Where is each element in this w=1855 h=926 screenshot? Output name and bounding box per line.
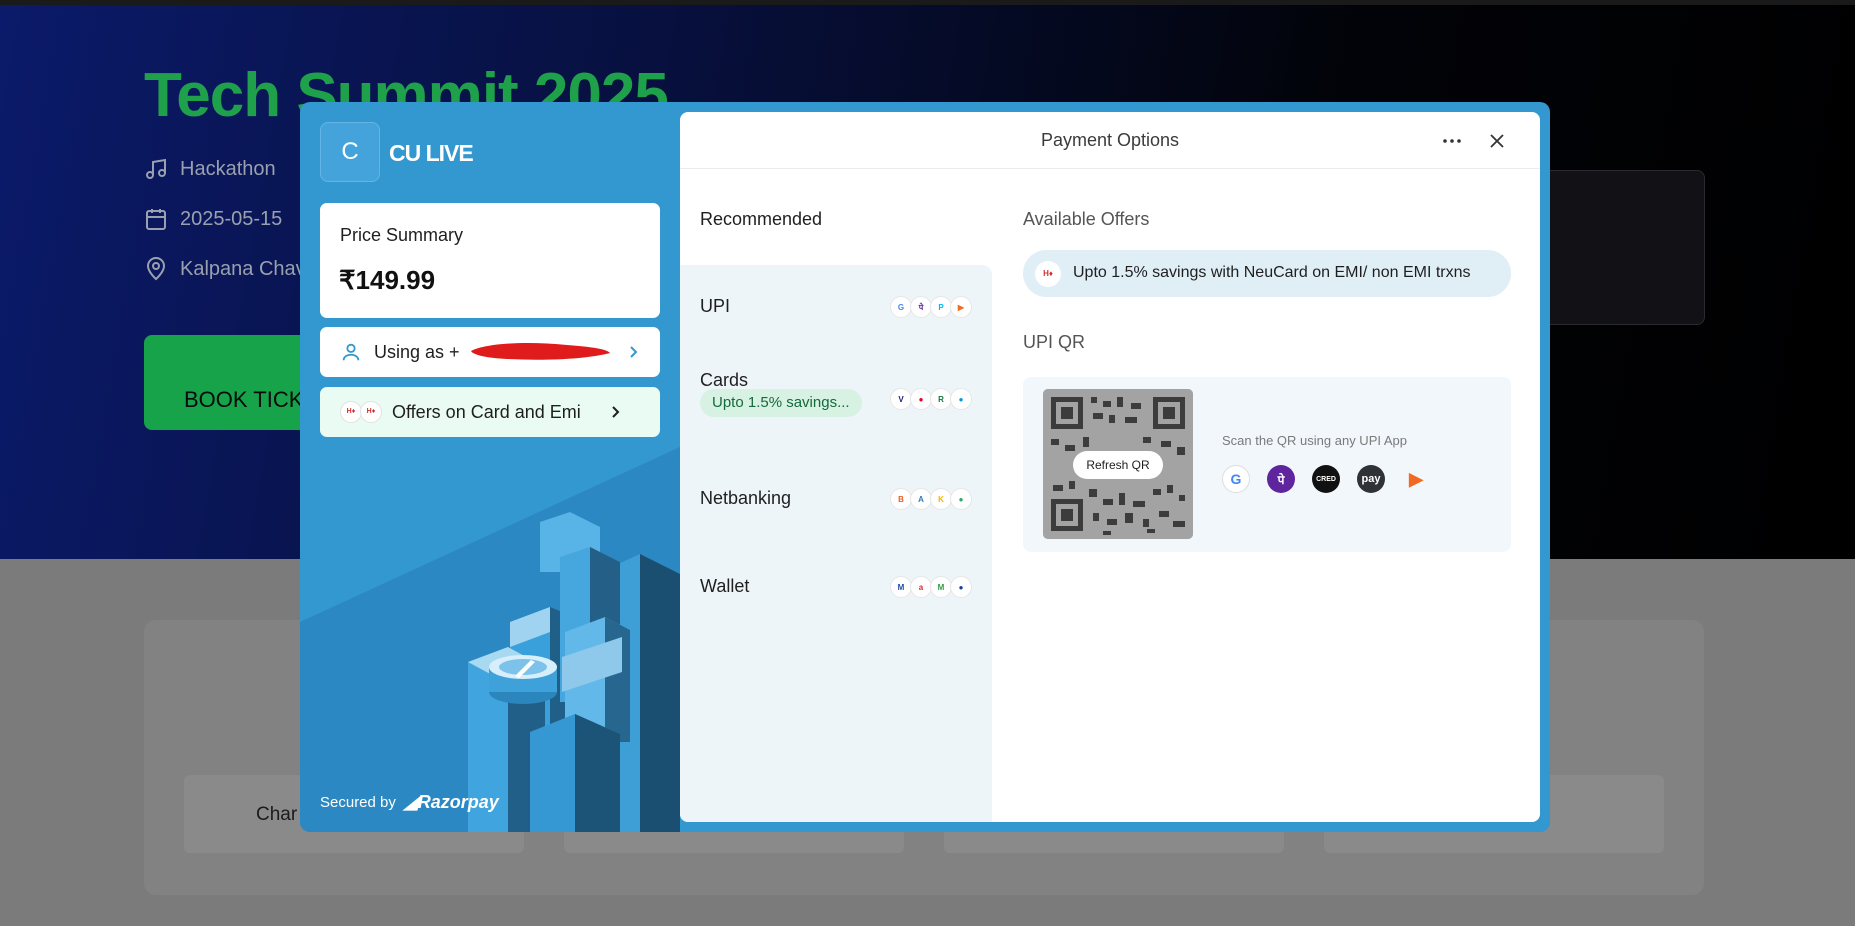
recommended-label: Recommended bbox=[700, 209, 823, 229]
event-date: 2025-05-15 bbox=[180, 207, 283, 230]
redaction-mark bbox=[471, 343, 610, 360]
method-label: Netbanking bbox=[700, 488, 792, 508]
paytm-icon: P bbox=[930, 296, 952, 318]
price-amount: ₹149.99 bbox=[339, 265, 436, 295]
secured-by-footer: Secured by ◢Razorpay bbox=[320, 792, 499, 813]
wallet-icon: a bbox=[910, 576, 932, 598]
ellipsis-icon bbox=[1443, 139, 1461, 143]
method-icons: V ● R ● bbox=[890, 388, 972, 410]
google-pay-icon: G bbox=[1222, 465, 1250, 493]
visa-icon: V bbox=[890, 388, 912, 410]
price-summary-card: Price Summary ₹149.99 bbox=[320, 203, 660, 318]
method-icons: B A K ● bbox=[890, 488, 972, 510]
method-label: Cards bbox=[700, 370, 749, 390]
upi-apps-row: G पे CRED pay ▶ bbox=[1222, 465, 1430, 493]
brand-panel: C CU LIVE Price Summary ₹149.99 Using as… bbox=[300, 102, 680, 832]
phonepe-icon: पे bbox=[910, 296, 932, 318]
method-upi[interactable]: UPI G पे P ▶ bbox=[680, 265, 992, 345]
cred-icon: CRED bbox=[1312, 465, 1340, 493]
razorpay-logo: ◢Razorpay bbox=[403, 792, 499, 812]
method-netbanking[interactable]: Netbanking B A K ● bbox=[680, 455, 992, 535]
neucard-icon: H♦ bbox=[360, 401, 382, 423]
bank-icon: A bbox=[910, 488, 932, 510]
payment-options-panel: Payment Options Recommended UPI G पे P ▶ bbox=[680, 112, 1540, 822]
razorpay-wordmark: Razorpay bbox=[417, 792, 499, 812]
rupay-icon: R bbox=[930, 388, 952, 410]
neucard-icon: H♦ bbox=[340, 401, 362, 423]
event-date-row: 2025-05-15 bbox=[144, 207, 282, 231]
bank-icon: ● bbox=[950, 488, 972, 510]
google-pay-icon: G bbox=[890, 296, 912, 318]
cards-savings-badge: Upto 1.5% savings... bbox=[700, 389, 862, 417]
price-summary-label: Price Summary bbox=[340, 225, 464, 245]
method-cards[interactable]: Cards Upto 1.5% savings... V ● R ● bbox=[680, 345, 992, 455]
qr-code: Refresh QR bbox=[1043, 389, 1193, 539]
event-info-card bbox=[1530, 170, 1705, 325]
wallet-icon: M bbox=[890, 576, 912, 598]
mastercard-icon: ● bbox=[910, 388, 932, 410]
method-label: Wallet bbox=[700, 576, 750, 596]
bhim-icon: ▶ bbox=[1409, 468, 1423, 489]
close-icon bbox=[1490, 134, 1504, 148]
secured-by-label: Secured by bbox=[320, 794, 396, 811]
panel-header: Payment Options bbox=[680, 112, 1540, 169]
event-venue-row: Kalpana Chav bbox=[144, 257, 306, 281]
merchant-logo: C bbox=[320, 122, 380, 182]
method-icons: G पे P ▶ bbox=[890, 296, 972, 318]
event-venue: Kalpana Chav bbox=[180, 257, 306, 280]
chevron-right-icon bbox=[630, 346, 638, 358]
lower-card-text: Char bbox=[256, 804, 298, 825]
close-button[interactable] bbox=[1485, 129, 1509, 153]
panel-title: Payment Options bbox=[1040, 130, 1180, 150]
event-category: Hackathon bbox=[180, 157, 276, 180]
payment-methods-column: Recommended UPI G पे P ▶ Cards Upto 1.5%… bbox=[680, 169, 992, 822]
amazon-pay-icon: pay bbox=[1357, 465, 1385, 493]
user-icon bbox=[342, 343, 360, 361]
offers-row-label: Offers on Card and Emi bbox=[392, 402, 581, 422]
more-options-button[interactable] bbox=[1440, 129, 1464, 153]
offers-on-card-emi-row[interactable]: H♦ H♦ Offers on Card and Emi bbox=[320, 387, 660, 437]
phonepe-icon: पे bbox=[1267, 465, 1295, 493]
upi-qr-card: Refresh QR Scan the QR using any UPI App… bbox=[1023, 377, 1511, 552]
method-wallet[interactable]: Wallet M a M ● bbox=[680, 543, 992, 623]
chevron-right-icon bbox=[612, 406, 620, 418]
refresh-qr-button[interactable]: Refresh QR bbox=[1073, 451, 1163, 479]
offer-item[interactable]: H♦ Upto 1.5% savings with NeuCard on EMI… bbox=[1023, 250, 1511, 297]
neucard-icon: H♦ bbox=[1035, 261, 1061, 287]
bank-icon: B bbox=[890, 488, 912, 510]
using-as-contact-row[interactable]: Using as + bbox=[320, 327, 660, 377]
location-pin-icon bbox=[146, 257, 166, 281]
bhim-icon: ▶ bbox=[950, 296, 972, 318]
payment-methods-list: UPI G पे P ▶ Cards Upto 1.5% savings... … bbox=[680, 265, 992, 822]
wallet-icon: M bbox=[930, 576, 952, 598]
bank-icon: K bbox=[930, 488, 952, 510]
available-offers-label: Available Offers bbox=[1023, 209, 1150, 229]
upi-qr-label: UPI QR bbox=[1023, 332, 1086, 352]
merchant-name: CU LIVE bbox=[389, 140, 474, 166]
calendar-icon bbox=[146, 209, 166, 230]
music-note-icon bbox=[146, 158, 166, 179]
using-as-label: Using as + bbox=[374, 342, 460, 362]
scan-qr-instruction: Scan the QR using any UPI App bbox=[1222, 433, 1407, 448]
maestro-icon: ● bbox=[950, 388, 972, 410]
event-category-row: Hackathon bbox=[144, 157, 276, 181]
offer-text: Upto 1.5% savings with NeuCard on EMI/ n… bbox=[1073, 264, 1471, 281]
payment-modal: C CU LIVE Price Summary ₹149.99 Using as… bbox=[300, 102, 1550, 832]
method-label: UPI bbox=[700, 296, 731, 316]
method-icons: M a M ● bbox=[890, 576, 972, 598]
wallet-icon: ● bbox=[950, 576, 972, 598]
